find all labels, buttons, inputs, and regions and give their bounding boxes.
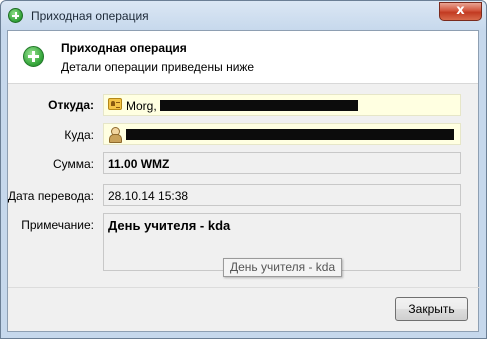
- passport-icon: [108, 98, 122, 110]
- to-field[interactable]: [103, 123, 461, 145]
- note-value: День учителя - kda: [108, 218, 231, 233]
- close-button[interactable]: Закрыть: [395, 297, 468, 321]
- from-label: Откуда:: [48, 98, 94, 112]
- from-field[interactable]: Morg,: [103, 94, 461, 116]
- date-label: Дата перевода:: [7, 189, 94, 203]
- amount-label: Сумма:: [52, 157, 94, 171]
- amount-field[interactable]: 11.00 WMZ: [103, 152, 461, 174]
- add-circle-icon: [23, 46, 44, 67]
- to-label: Куда:: [64, 128, 94, 142]
- header-subtitle: Детали операции приведены ниже: [61, 60, 255, 74]
- note-tooltip: День учителя - kda: [223, 258, 343, 277]
- redacted-block: [126, 129, 454, 140]
- date-field[interactable]: 28.10.14 15:38: [103, 184, 461, 206]
- note-label: Примечание:: [21, 218, 94, 232]
- dialog-header: Приходная операция Детали операции приве…: [8, 31, 478, 84]
- footer-divider: [8, 287, 480, 288]
- amount-value: 11.00 WMZ: [108, 157, 170, 171]
- add-circle-icon: [8, 8, 23, 23]
- header-title: Приходная операция: [61, 41, 187, 55]
- from-value: Morg,: [126, 99, 157, 113]
- window-close-button[interactable]: x: [439, 2, 482, 21]
- window-title: Приходная операция: [31, 9, 149, 23]
- redacted-block: [160, 100, 358, 111]
- date-value: 28.10.14 15:38: [108, 189, 189, 203]
- title-bar[interactable]: Приходная операция x: [1, 1, 486, 31]
- person-icon: [109, 127, 122, 143]
